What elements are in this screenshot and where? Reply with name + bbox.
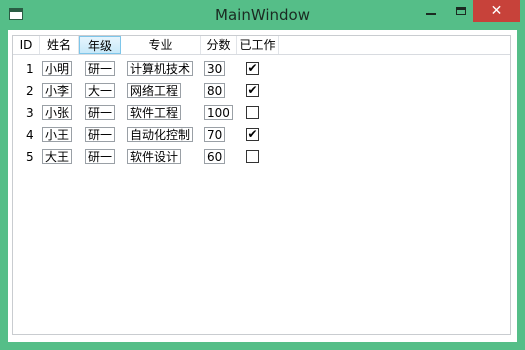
score-field[interactable]: 80 [204, 83, 226, 98]
employed-checkbox[interactable] [246, 150, 259, 163]
column-header-score[interactable]: 分数 [201, 36, 237, 54]
major-field[interactable]: 网络工程 [127, 83, 182, 98]
table-row[interactable]: 5 大王 研一 软件设计 60 [13, 146, 510, 168]
name-field[interactable]: 大王 [42, 149, 73, 164]
name-field[interactable]: 小明 [42, 61, 73, 76]
score-field[interactable]: 70 [204, 127, 226, 142]
close-button[interactable]: ✕ [473, 0, 520, 22]
name-field[interactable]: 小王 [42, 127, 73, 142]
grade-field[interactable]: 研一 [85, 61, 116, 76]
employed-checkbox[interactable]: ✔ [246, 84, 259, 97]
cell-id: 1 [26, 62, 34, 76]
score-field[interactable]: 100 [204, 105, 233, 120]
client-area: ID 姓名 年级 专业 分数 已工作 1 小明 研一 计算机技术 30 ✔ 2 … [8, 30, 517, 342]
major-field[interactable]: 软件设计 [127, 149, 182, 164]
employed-checkbox[interactable]: ✔ [246, 62, 259, 75]
grade-field[interactable]: 研一 [85, 149, 116, 164]
grade-field[interactable]: 研一 [85, 105, 116, 120]
close-icon: ✕ [490, 3, 503, 19]
main-window: MainWindow ✕ ID 姓名 年级 专业 分数 已工作 1 小明 研一 … [0, 0, 525, 350]
cell-id: 5 [26, 150, 34, 164]
table-row[interactable]: 4 小王 研一 自动化控制 70 ✔ [13, 124, 510, 146]
minimize-button[interactable] [414, 0, 448, 22]
major-field[interactable]: 计算机技术 [127, 61, 194, 76]
score-field[interactable]: 60 [204, 149, 226, 164]
cell-id: 4 [26, 128, 34, 142]
employed-checkbox[interactable]: ✔ [246, 128, 259, 141]
title-bar[interactable]: MainWindow ✕ [0, 0, 525, 30]
name-field[interactable]: 小张 [42, 105, 73, 120]
major-field[interactable]: 软件工程 [127, 105, 182, 120]
grid-header: ID 姓名 年级 专业 分数 已工作 [13, 36, 510, 55]
score-field[interactable]: 30 [204, 61, 226, 76]
column-header-id[interactable]: ID [13, 36, 40, 54]
grade-field[interactable]: 研一 [85, 127, 116, 142]
column-header-grade[interactable]: 年级 [79, 36, 121, 54]
name-field[interactable]: 小李 [42, 83, 73, 98]
column-header-employed[interactable]: 已工作 [237, 36, 279, 54]
table-row[interactable]: 1 小明 研一 计算机技术 30 ✔ [13, 58, 510, 80]
minimize-icon [426, 13, 436, 15]
column-header-name[interactable]: 姓名 [40, 36, 79, 54]
column-header-major[interactable]: 专业 [121, 36, 201, 54]
table-row[interactable]: 3 小张 研一 软件工程 100 [13, 102, 510, 124]
major-field[interactable]: 自动化控制 [127, 127, 194, 142]
cell-id: 2 [26, 84, 34, 98]
table-row[interactable]: 2 小李 大一 网络工程 80 ✔ [13, 80, 510, 102]
employed-checkbox[interactable] [246, 106, 259, 119]
maximize-icon [456, 7, 466, 15]
cell-id: 3 [26, 106, 34, 120]
grade-field[interactable]: 大一 [85, 83, 116, 98]
